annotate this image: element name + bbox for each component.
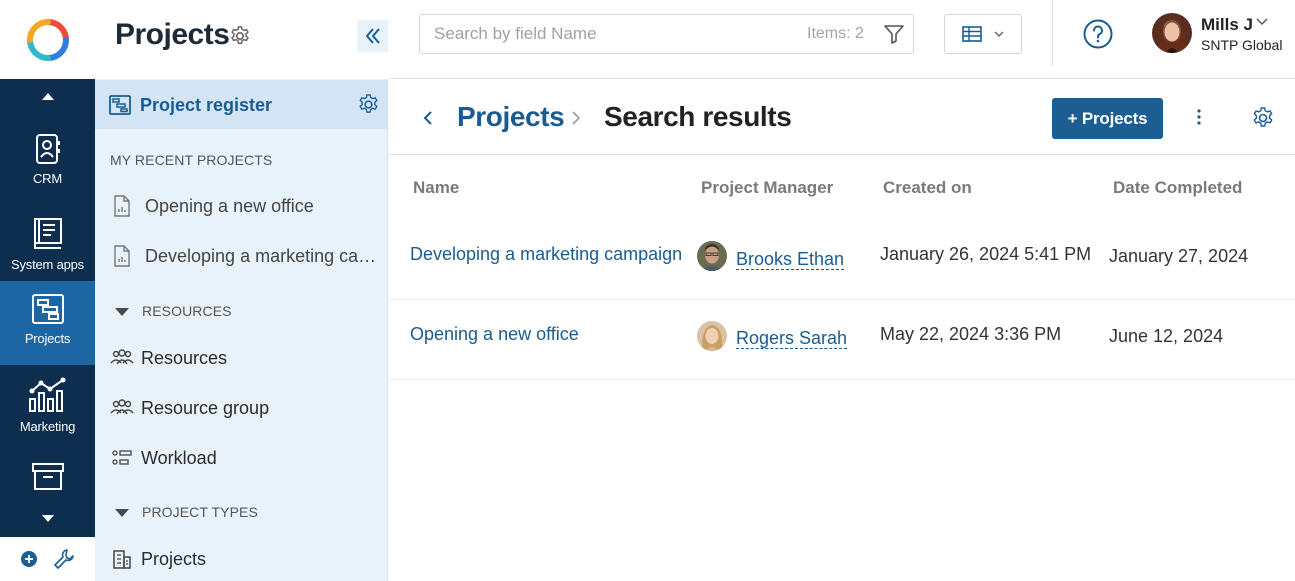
add-project-button[interactable]: + Projects [1052, 98, 1163, 139]
results-table: Name Project Manager Created on Date Com… [389, 156, 1295, 581]
recent-project-item[interactable]: Opening a new office [95, 186, 388, 226]
rail-label: System apps [11, 257, 84, 272]
rail-scroll-down[interactable] [0, 508, 95, 530]
breadcrumb-parent[interactable]: Projects [457, 101, 565, 133]
sidebar-title: Projects [115, 18, 230, 51]
wrench-icon[interactable] [53, 548, 75, 570]
collapse-sidebar-button[interactable] [357, 20, 388, 52]
chevron-right-icon [572, 111, 580, 125]
sidebar-item-project-register[interactable]: Project register [95, 80, 388, 129]
rail-item-system-apps[interactable]: System apps [0, 205, 95, 289]
sidebar-item-resources[interactable]: Resources [95, 338, 388, 378]
sidebar-item-label: Resource group [141, 397, 270, 418]
user-name[interactable]: Mills J [1201, 15, 1253, 35]
recent-project-label: Developing a marketing campaign [145, 245, 381, 266]
chevron-down-icon[interactable] [1256, 18, 1268, 26]
search-box[interactable]: Items: 2 [419, 14, 914, 54]
gear-icon[interactable] [1251, 106, 1275, 130]
sidebar-item-label: Workload [141, 447, 217, 468]
toolbar-divider [1052, 0, 1053, 66]
manager-avatar [697, 321, 727, 351]
project-name-link[interactable]: Developing a marketing campaign [410, 244, 682, 265]
sidebar-header: Projects [95, 0, 388, 79]
people-icon [109, 349, 135, 367]
project-name-link[interactable]: Opening a new office [410, 324, 579, 345]
page-header: Projects Search results + Projects [389, 80, 1295, 155]
projects-sidebar: Projects Project register MY RECENT PROJ… [95, 0, 388, 581]
add-circle-icon[interactable] [20, 550, 38, 568]
top-bar: Items: 2 Mills J SNTP Global [389, 0, 1295, 79]
manager-name-link[interactable]: Brooks Ethan [736, 249, 845, 270]
table-row[interactable]: Developing a marketing campaign Brooks E… [389, 220, 1295, 300]
user-avatar[interactable] [1152, 13, 1192, 53]
rail-footer [0, 537, 95, 581]
date-completed-cell: January 27, 2024 [1109, 246, 1249, 266]
sidebar-item-label: Project register [140, 95, 273, 115]
people-group-icon [109, 399, 135, 417]
items-count: Items: 2 [807, 25, 864, 42]
gear-icon[interactable] [357, 93, 380, 116]
date-completed-cell: June 12, 2024 [1109, 326, 1224, 346]
document-icon [109, 195, 135, 217]
search-input[interactable] [434, 24, 794, 44]
recent-projects-heading: MY RECENT PROJECTS [110, 152, 273, 168]
table-view-icon [962, 26, 982, 42]
crm-icon [35, 134, 60, 164]
building-icon [109, 549, 135, 569]
double-chevron-left-icon [365, 28, 380, 44]
recent-project-item[interactable]: Developing a marketing campaign [95, 236, 388, 276]
resources-heading[interactable]: RESOURCES [142, 303, 232, 319]
rail-label: Marketing [19, 419, 76, 434]
sidebar-item-resource-group[interactable]: Resource group [95, 388, 388, 428]
user-organization: SNTP Global [1201, 37, 1283, 53]
caret-down-icon[interactable] [115, 308, 129, 316]
column-header-manager[interactable]: Project Manager [701, 178, 833, 198]
book-icon [33, 218, 62, 249]
recent-project-label: Opening a new office [145, 195, 314, 216]
rail-item-marketing[interactable]: Marketing [0, 365, 95, 449]
sidebar-item-workload[interactable]: Workload [95, 438, 388, 478]
chart-icon [28, 377, 65, 412]
chevron-left-icon[interactable] [423, 110, 433, 126]
help-icon[interactable] [1083, 19, 1113, 49]
logo-icon [26, 18, 69, 61]
app-logo[interactable] [0, 0, 95, 79]
manager-name-link[interactable]: Rogers Sarah [736, 328, 848, 349]
rail-item-crm[interactable]: CRM [0, 121, 95, 205]
register-icon [109, 95, 131, 115]
page-title: Search results [604, 101, 792, 132]
caret-up-icon [41, 93, 54, 100]
table-row[interactable]: Opening a new office Rogers Sarah May 22… [389, 300, 1295, 380]
document-icon [109, 245, 135, 267]
rail-scroll-up[interactable] [0, 85, 95, 107]
column-header-completed[interactable]: Date Completed [1113, 178, 1242, 198]
main-rail: CRM System apps Projects Marketing [0, 0, 95, 581]
created-on-cell: January 26, 2024 5:41 PM [880, 244, 1092, 264]
archive-icon [31, 463, 64, 490]
projects-icon [31, 294, 64, 324]
manager-avatar [697, 241, 727, 271]
sidebar-item-label: Resources [141, 347, 228, 368]
chevron-down-icon [994, 31, 1004, 37]
caret-down-icon [41, 515, 54, 522]
rail-item-projects[interactable]: Projects [0, 281, 95, 365]
created-on-cell: May 22, 2024 3:36 PM [880, 324, 1062, 344]
view-mode-button[interactable] [944, 14, 1022, 54]
rail-label: CRM [32, 171, 62, 186]
gear-icon[interactable] [229, 25, 251, 47]
filter-icon[interactable] [883, 23, 905, 45]
column-header-created[interactable]: Created on [883, 178, 972, 198]
more-vertical-icon[interactable] [1197, 108, 1201, 126]
rail-label: Projects [24, 331, 71, 346]
caret-down-icon[interactable] [115, 509, 129, 517]
sidebar-item-project-type[interactable]: Projects [95, 539, 388, 579]
project-types-heading[interactable]: PROJECT TYPES [142, 504, 258, 520]
workload-icon [109, 449, 135, 467]
sidebar-item-label: Projects [141, 548, 207, 569]
column-header-name[interactable]: Name [413, 178, 459, 198]
